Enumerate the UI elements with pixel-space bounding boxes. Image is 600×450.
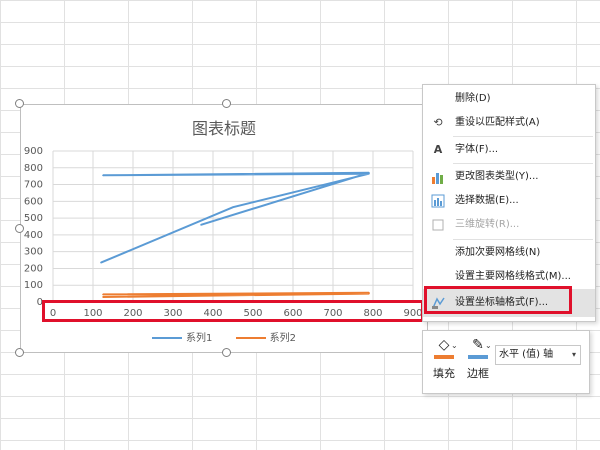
menu-item-select-data[interactable]: 选择数据(E)... [423, 189, 595, 213]
chart-legend[interactable]: 系列1 系列2 [21, 329, 427, 344]
data-point-series2[interactable] [368, 291, 370, 294]
fill-label: 填充 [433, 367, 455, 380]
series-line-2[interactable] [102, 291, 370, 298]
y-tick-label: 100 [24, 280, 43, 291]
menu-separator [453, 163, 593, 164]
y-tick-label: 200 [24, 263, 43, 274]
data-point-series1[interactable] [232, 206, 234, 209]
menu-item-add-minor-gridlines[interactable]: 添加次要网格线(N) [423, 241, 595, 265]
data-point-series1[interactable] [100, 261, 102, 264]
chart-element-selector[interactable]: 水平 (值) 轴 ▾ [495, 345, 581, 365]
fill-button[interactable]: ◇ ⌄ 填充 [429, 335, 459, 387]
resize-handle-bottom-left[interactable] [15, 348, 24, 357]
chevron-down-icon[interactable]: ⌄ [485, 341, 492, 350]
y-tick-label: 300 [24, 247, 43, 258]
chevron-down-icon[interactable]: ⌄ [451, 341, 458, 350]
data-point-series1[interactable] [200, 224, 202, 226]
reset-style-icon: ⟲ [433, 116, 443, 129]
menu-item-font[interactable]: A 字体(F)... [423, 138, 595, 162]
legend-entry-series1[interactable]: 系列1 [152, 329, 212, 344]
resize-handle-top[interactable] [222, 99, 231, 108]
border-button[interactable]: ✎ ⌄ 边框 [463, 335, 493, 387]
data-point-series1[interactable] [102, 174, 104, 177]
border-color-swatch [468, 355, 488, 359]
chart-type-icon [431, 170, 445, 184]
legend-label-series2: 系列2 [269, 333, 296, 344]
chart-element-selector-value: 水平 (值) 轴 [499, 349, 554, 360]
y-tick-label: 400 [24, 230, 43, 241]
data-point-series1[interactable] [368, 172, 370, 174]
menu-separator [453, 239, 593, 240]
horizontal-axis-highlight [42, 300, 424, 322]
menu-item-change-chart-type[interactable]: 更改图表类型(Y)... [423, 165, 595, 189]
legend-label-series1: 系列1 [186, 333, 213, 344]
menu-item-3d-rotation: 三维旋转(R)... [423, 213, 595, 237]
data-point-series2[interactable] [102, 293, 104, 296]
3d-rotation-icon [431, 218, 445, 232]
y-tick-label: 900 [24, 146, 43, 157]
resize-handle-bottom[interactable] [222, 348, 231, 357]
data-point-series2[interactable] [102, 296, 104, 298]
resize-handle-top-left[interactable] [15, 99, 24, 108]
menu-item-reset-style[interactable]: ⟲ 重设以匹配样式(A) [423, 111, 595, 135]
menu-separator [453, 136, 593, 137]
legend-line-series2 [235, 337, 266, 339]
legend-entry-series2[interactable]: 系列2 [235, 329, 296, 344]
y-tick-label: 500 [24, 213, 43, 224]
font-icon: A [433, 143, 443, 156]
format-axis-highlight [424, 286, 572, 314]
mini-toolbar: ◇ ⌄ 填充 ✎ ⌄ 边框 水平 (值) 轴 ▾ [422, 330, 590, 394]
menu-item-delete[interactable]: 删除(D) [423, 87, 595, 111]
y-tick-label: 700 [24, 180, 43, 191]
chevron-down-icon: ▾ [571, 350, 576, 359]
select-data-icon [431, 194, 445, 208]
y-tick-label: 600 [24, 196, 43, 207]
fill-color-swatch [434, 355, 454, 359]
y-tick-label: 800 [24, 163, 43, 174]
border-label: 边框 [467, 367, 489, 380]
legend-line-series1 [152, 337, 183, 339]
resize-handle-left[interactable] [15, 224, 24, 233]
